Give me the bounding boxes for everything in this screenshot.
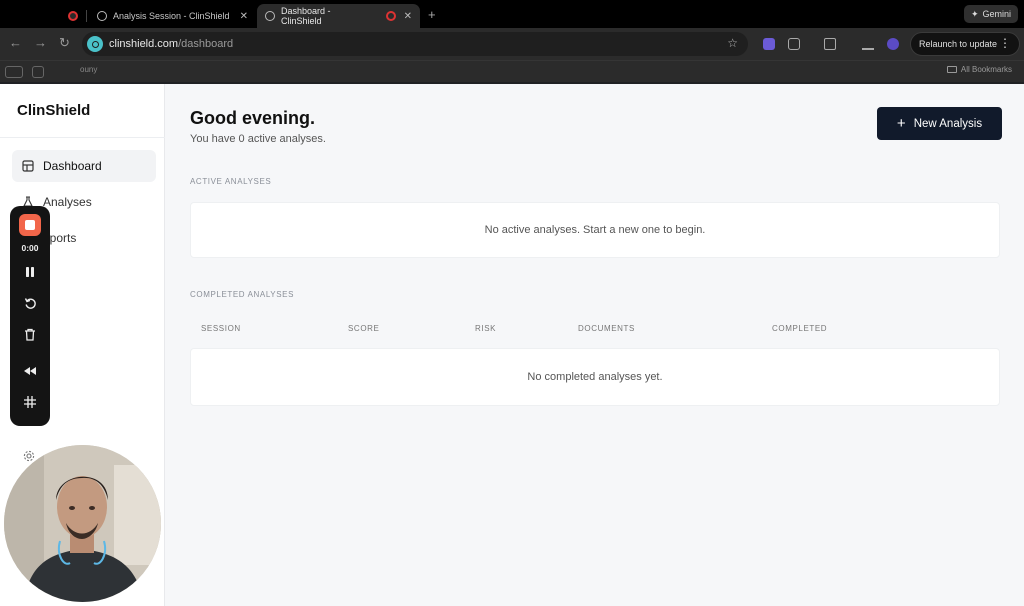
empty-state-text: No completed analyses yet. (527, 371, 663, 383)
webcam-person-image (4, 445, 161, 602)
gemini-button[interactable]: ✦ Gemini (963, 5, 1018, 23)
completed-analyses-heading: COMPLETED ANALYSES (190, 290, 295, 299)
menu-kebab-icon[interactable]: ⋮ (999, 36, 1011, 50)
relaunch-button[interactable]: Relaunch to update ⋮ (910, 32, 1020, 56)
restart-icon (24, 297, 36, 309)
column-header-risk[interactable]: RISK (475, 324, 496, 333)
active-analyses-empty: No active analyses. Start a new one to b… (190, 202, 1000, 258)
recording-icon (385, 11, 396, 21)
download-icon[interactable] (862, 38, 874, 50)
globe-icon (97, 11, 107, 21)
rewind-icon (24, 367, 36, 375)
divider (0, 137, 165, 138)
reload-icon[interactable]: ↻ (59, 36, 70, 50)
pause-icon (26, 267, 34, 277)
sidebar-item-label: Analyses (43, 195, 92, 209)
active-analyses-heading: ACTIVE ANALYSES (190, 177, 272, 186)
screen-recorder-controls: 0:00 (10, 206, 50, 426)
apps-grid-icon[interactable] (32, 66, 44, 78)
rewind-button[interactable] (22, 363, 38, 379)
bookmark-item-label[interactable]: ouny (80, 65, 97, 74)
tab-recording[interactable] (68, 4, 78, 28)
close-icon[interactable]: ✕ (404, 11, 412, 22)
tab-title: Analysis Session - ClinShield (113, 11, 230, 21)
bookmark-star-icon[interactable]: ☆ (727, 36, 738, 50)
new-tab-icon[interactable]: + (428, 7, 436, 22)
recording-icon (68, 11, 78, 21)
page-subtitle: You have 0 active analyses. (190, 133, 326, 145)
tab-dashboard[interactable]: Dashboard - ClinShield ✕ (257, 4, 420, 28)
trash-icon (25, 328, 35, 341)
close-icon[interactable]: ✕ (240, 11, 248, 22)
tab-title: Dashboard - ClinShield (281, 6, 331, 26)
column-header-documents[interactable]: DOCUMENTS (578, 324, 635, 333)
extension-icon[interactable] (763, 38, 775, 50)
forward-icon[interactable]: → (34, 36, 47, 50)
back-icon[interactable]: ← (9, 36, 22, 50)
profile-avatar[interactable] (887, 38, 899, 50)
sidebar-item-label: Dashboard (43, 159, 102, 173)
dashboard-icon (22, 160, 34, 172)
puzzle-icon[interactable] (788, 38, 800, 50)
main-content: Good evening. You have 0 active analyses… (165, 84, 1024, 606)
bookmarks-bar: ouny All Bookmarks (0, 60, 1024, 82)
tab-analysis-session[interactable]: Analysis Session - ClinShield ✕ (86, 4, 254, 28)
url-host: clinshield.com (109, 38, 179, 50)
column-header-score[interactable]: SCORE (348, 324, 379, 333)
recording-timer: 0:00 (21, 243, 39, 253)
brand-logo[interactable]: ClinShield (17, 102, 90, 119)
site-icon (87, 36, 103, 52)
page-title: Good evening. (190, 108, 316, 128)
new-analysis-button[interactable]: + New Analysis (877, 107, 1002, 140)
stop-recording-button[interactable] (19, 214, 41, 236)
gear-icon[interactable] (23, 450, 35, 462)
column-header-completed[interactable]: COMPLETED (772, 324, 827, 333)
empty-state-text: No active analyses. Start a new one to b… (484, 224, 706, 236)
stop-icon (25, 220, 35, 230)
globe-icon (265, 11, 275, 21)
delete-button[interactable] (22, 326, 38, 342)
folder-icon (946, 66, 957, 73)
split-view-icon[interactable] (824, 38, 836, 50)
url-path: /dashboard (178, 38, 234, 50)
completed-analyses-empty: No completed analyses yet. (190, 348, 1000, 406)
all-bookmarks[interactable]: All Bookmarks (946, 65, 1012, 74)
grid-button[interactable] (22, 394, 38, 410)
browser-toolbar: ← → ↻ clinshield.com /dashboard ☆ Relaun… (0, 28, 1024, 60)
bookmark-item-icon[interactable] (5, 66, 23, 78)
restart-button[interactable] (22, 295, 38, 311)
browser-tab-bar: Analysis Session - ClinShield ✕ Dashboar… (0, 0, 1024, 28)
pause-button[interactable] (22, 264, 38, 280)
sidebar-item-dashboard[interactable]: Dashboard (12, 150, 156, 182)
webcam-bubble[interactable] (4, 445, 161, 602)
column-header-session[interactable]: SESSION (201, 324, 241, 333)
grid-icon (24, 396, 36, 408)
address-bar[interactable]: clinshield.com /dashboard ☆ (82, 32, 748, 56)
sparkle-icon: ✦ (970, 8, 979, 19)
plus-icon: + (896, 115, 906, 132)
